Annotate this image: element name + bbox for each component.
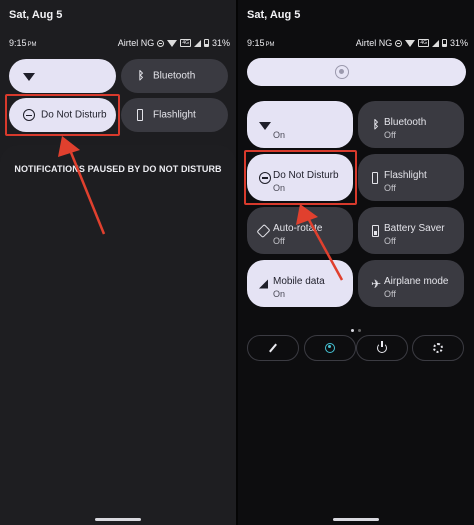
annotation-arrow — [296, 204, 344, 281]
user-account-button[interactable] — [304, 335, 356, 361]
annotation-arrow — [58, 136, 106, 235]
edit-icon — [269, 343, 277, 353]
edit-button[interactable] — [247, 335, 299, 361]
navigation-handle[interactable] — [333, 518, 379, 521]
left-screenshot: Sat, Aug 5 9:15PM Airtel NG 4G 31% ᛒ Blu… — [0, 0, 236, 525]
navigation-handle[interactable] — [95, 518, 141, 521]
page-dot-active — [351, 329, 354, 332]
power-button[interactable] — [356, 335, 408, 361]
account-icon — [325, 343, 335, 353]
settings-button[interactable] — [412, 335, 464, 361]
settings-icon — [433, 343, 443, 353]
page-dot[interactable] — [358, 329, 361, 332]
power-icon — [377, 341, 387, 353]
right-screenshot: Sat, Aug 5 9:15PM Airtel NG 4G 31% On ᛒ … — [238, 0, 474, 525]
